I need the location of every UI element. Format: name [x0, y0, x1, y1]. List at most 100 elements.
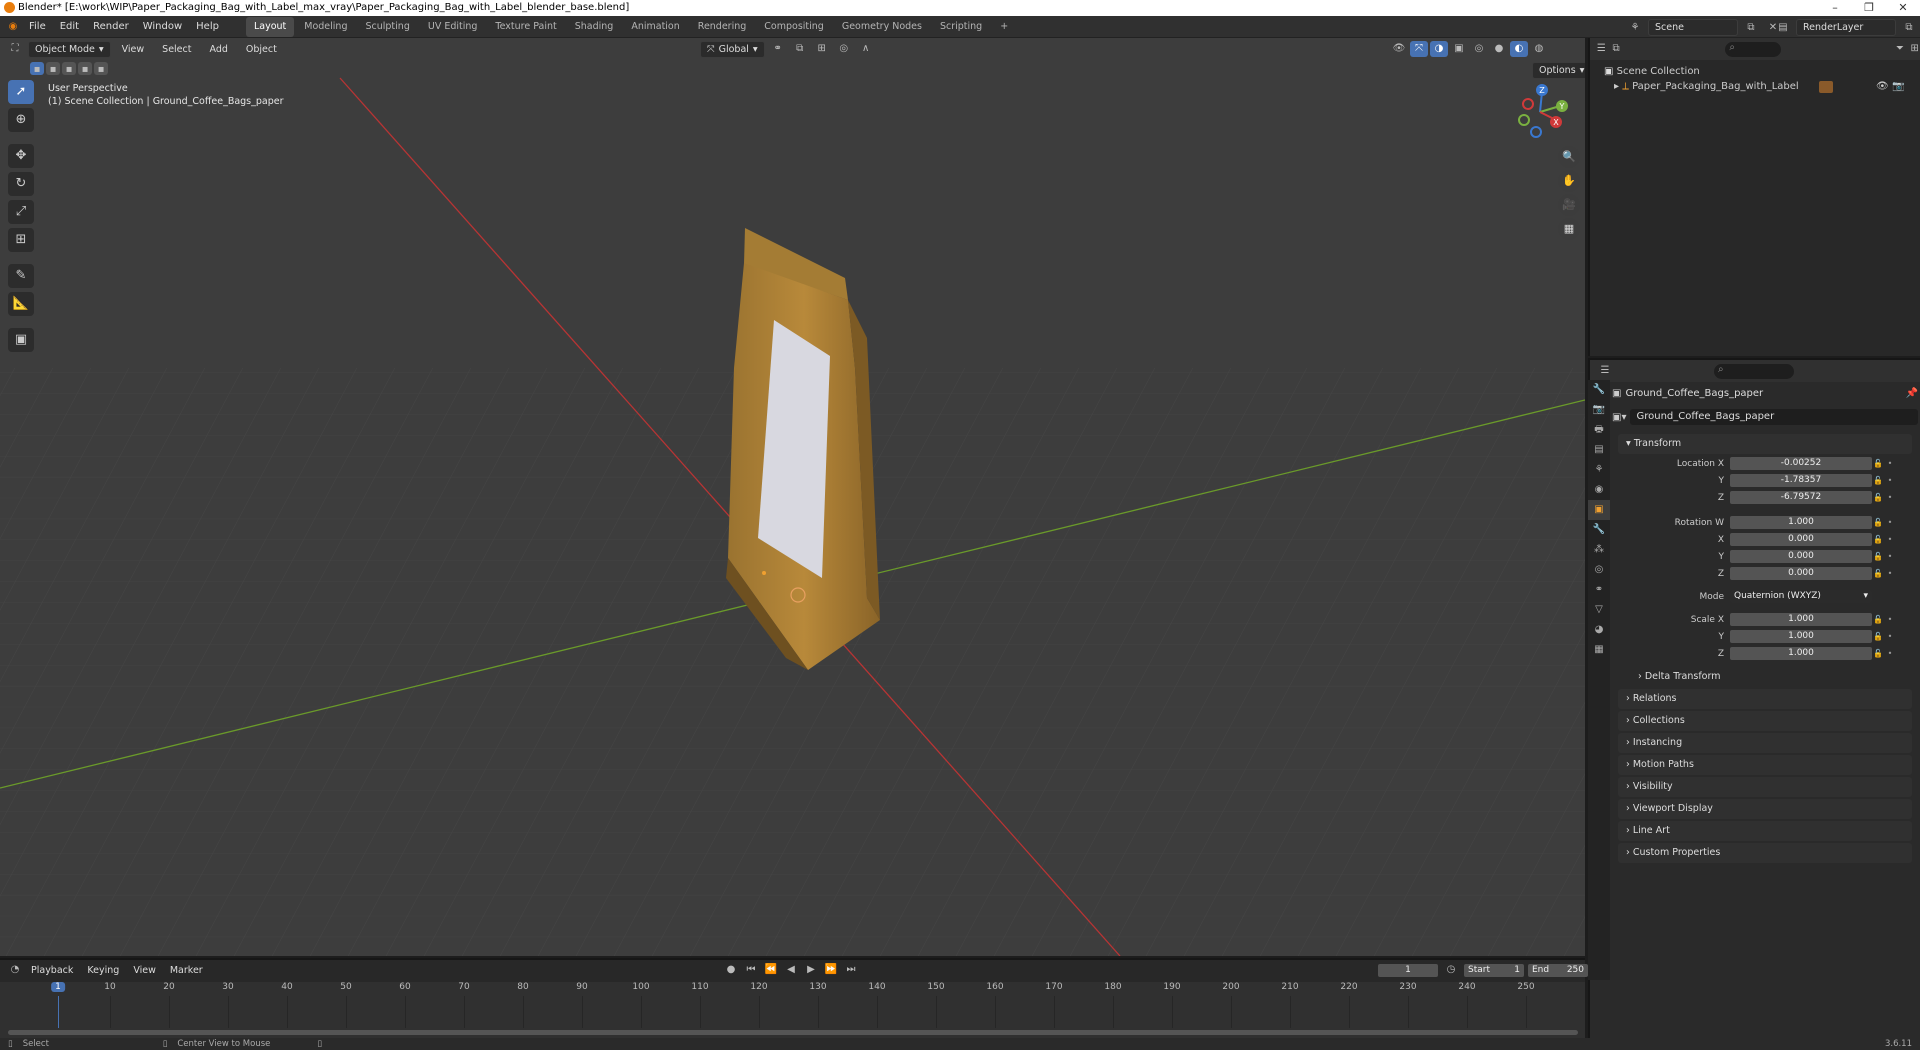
lock-icon[interactable]: 🔓	[1872, 649, 1884, 658]
instancing-panel[interactable]: › Instancing	[1618, 733, 1912, 753]
measure-tool-icon[interactable]: 📐	[8, 292, 34, 316]
timeline-scrollbar[interactable]	[8, 1030, 1578, 1035]
lock-icon[interactable]: 🔓	[1872, 459, 1884, 468]
keyframe-dot-icon[interactable]: •	[1884, 476, 1896, 485]
outliner-editor-icon[interactable]: ☰	[1596, 41, 1607, 57]
gizmo-neg-x-icon[interactable]	[1522, 98, 1534, 110]
material-shading-icon[interactable]: ◐	[1510, 41, 1528, 57]
select-invert-icon[interactable]: ▪	[78, 62, 92, 75]
proportional-edit-icon[interactable]: ◎	[835, 41, 853, 57]
3d-viewport[interactable]: ⛶ Object Mode ▾ View Select Add Object ⤧ G…	[0, 38, 1585, 956]
delta-transform-panel[interactable]: › Delta Transform	[1630, 667, 1912, 687]
keyframe-dot-icon[interactable]: •	[1884, 649, 1896, 658]
editor-type-icon[interactable]: ⛶	[6, 41, 24, 57]
render-layer-icon[interactable]: ▤	[1774, 20, 1792, 36]
motion-paths-panel[interactable]: › Motion Paths	[1618, 755, 1912, 775]
visibility-icon[interactable]: 👁	[1390, 41, 1408, 57]
end-frame-field[interactable]: End 250	[1528, 963, 1588, 977]
properties-search-input[interactable]: ⌕	[1714, 363, 1794, 379]
viewport-menu-object[interactable]: Object	[239, 44, 284, 55]
transform-panel-header[interactable]: ▾ Transform	[1618, 434, 1912, 454]
timeline-menu-keying[interactable]: Keying	[80, 965, 126, 976]
outliner-item[interactable]: ▸ ⟂ Paper_Packaging_Bag_with_Label 👁 📷	[1604, 79, 1920, 94]
location-z-field[interactable]: -6.79572	[1730, 491, 1872, 504]
rotation-mode-dropdown[interactable]: Quaternion (WXYZ) ▾	[1730, 590, 1872, 603]
render-layer-copy-icon[interactable]: ⧉	[1900, 20, 1918, 36]
modifier-tab-icon[interactable]: 🔧	[1588, 520, 1610, 540]
timeline-menu-playback[interactable]: Playback	[24, 965, 80, 976]
viewport-canvas[interactable]	[0, 38, 1585, 956]
object-data-icon[interactable]: ▣▾	[1612, 412, 1626, 423]
rotation-x-field[interactable]: 0.000	[1730, 533, 1872, 546]
camera-view-icon[interactable]: 🎥	[1558, 194, 1580, 216]
pin-icon[interactable]: 📌	[1906, 388, 1918, 399]
scale-tool-icon[interactable]: ⤢	[8, 200, 34, 224]
lock-icon[interactable]: 🔓	[1872, 493, 1884, 502]
menu-help[interactable]: Help	[189, 16, 226, 38]
view-layer-tab-icon[interactable]: ▤	[1588, 440, 1610, 460]
scene-tab-icon[interactable]: ⚘	[1588, 460, 1610, 480]
camera-render-icon[interactable]: 📷	[1892, 79, 1904, 94]
object-mode-dropdown[interactable]: Object Mode ▾	[28, 40, 111, 58]
timeline-track[interactable]: 1 10 20 30 40 50 60 70 80 90 100 110 120 130 140 150 160…	[0, 982, 1585, 1038]
scale-x-field[interactable]: 1.000	[1730, 613, 1872, 626]
constraints-tab-icon[interactable]: ⚭	[1588, 580, 1610, 600]
overlay-toggle-icon[interactable]: ◑	[1430, 41, 1448, 57]
viewport-display-panel[interactable]: › Viewport Display	[1618, 799, 1912, 819]
workspace-tab-modeling[interactable]: Modeling	[296, 17, 355, 37]
timeline-menu-marker[interactable]: Marker	[163, 965, 210, 976]
workspace-tab-layout[interactable]: Layout	[245, 16, 295, 37]
rotation-y-field[interactable]: 0.000	[1730, 550, 1872, 563]
move-tool-icon[interactable]: ✥	[8, 144, 34, 168]
viewport-menu-add[interactable]: Add	[202, 44, 234, 55]
workspace-tab-uv-editing[interactable]: UV Editing	[420, 17, 486, 37]
select-extend-icon[interactable]: ▪	[46, 62, 60, 75]
eye-icon[interactable]: 👁	[1876, 79, 1889, 94]
falloff-icon[interactable]: ∧	[857, 41, 875, 57]
tool-tab-icon[interactable]: 🔧	[1588, 380, 1610, 400]
location-x-field[interactable]: -0.00252	[1730, 457, 1872, 470]
scene-collection-row[interactable]: ▣ Scene Collection	[1604, 64, 1920, 79]
workspace-tab-texture-paint[interactable]: Texture Paint	[487, 17, 564, 37]
scale-y-field[interactable]: 1.000	[1730, 630, 1872, 643]
scale-z-field[interactable]: 1.000	[1730, 647, 1872, 660]
snap-target-icon[interactable]: ⊞	[813, 41, 831, 57]
workspace-tab-rendering[interactable]: Rendering	[690, 17, 755, 37]
select-intersect-icon[interactable]: ▪	[94, 62, 108, 75]
add-cube-tool-icon[interactable]: ▣	[8, 328, 34, 352]
gizmo-toggle-icon[interactable]: ⤧	[1410, 41, 1428, 57]
clock-icon[interactable]: ◷	[1442, 962, 1460, 978]
properties-editor-icon[interactable]: ☰	[1596, 363, 1614, 379]
lock-icon[interactable]: 🔓	[1872, 476, 1884, 485]
pan-hand-icon[interactable]: ✋	[1558, 170, 1580, 192]
timeline-editor-icon[interactable]: ◔	[6, 962, 24, 978]
workspace-tab-geometry-nodes[interactable]: Geometry Nodes	[834, 17, 930, 37]
menu-edit[interactable]: Edit	[53, 16, 86, 38]
outliner-search-input[interactable]: ⌕	[1725, 41, 1781, 57]
add-workspace-button[interactable]: +	[992, 17, 1016, 37]
workspace-tab-compositing[interactable]: Compositing	[756, 17, 832, 37]
new-collection-icon[interactable]: ⊞	[1909, 41, 1920, 57]
lock-icon[interactable]: 🔓	[1872, 569, 1884, 578]
scene-selector[interactable]: Scene	[1648, 19, 1738, 36]
gizmo-neg-y-icon[interactable]	[1518, 114, 1530, 126]
snap-icon[interactable]: ⧉	[791, 41, 809, 57]
visibility-panel[interactable]: › Visibility	[1618, 777, 1912, 797]
custom-properties-panel[interactable]: › Custom Properties	[1618, 843, 1912, 863]
select-new-icon[interactable]: ▪	[30, 62, 44, 75]
scene-icon[interactable]: ⚘	[1626, 20, 1644, 36]
jump-start-icon[interactable]: ⏮	[742, 962, 760, 978]
menu-file[interactable]: File	[22, 16, 53, 38]
current-frame-field[interactable]: 1	[1378, 963, 1438, 977]
workspace-tab-shading[interactable]: Shading	[567, 17, 622, 37]
solid-shading-icon[interactable]: ●	[1490, 41, 1508, 57]
rotation-w-field[interactable]: 1.000	[1730, 516, 1872, 529]
next-keyframe-icon[interactable]: ⏩	[822, 962, 840, 978]
select-subtract-icon[interactable]: ▪	[62, 62, 76, 75]
timeline-menu-view[interactable]: View	[126, 965, 163, 976]
keyframe-dot-icon[interactable]: •	[1884, 459, 1896, 468]
particles-tab-icon[interactable]: ⁂	[1588, 540, 1610, 560]
object-name-field[interactable]: Ground_Coffee_Bags_paper	[1630, 409, 1918, 425]
object-tab-icon[interactable]: ▣	[1588, 500, 1610, 520]
viewport-menu-view[interactable]: View	[115, 44, 152, 55]
